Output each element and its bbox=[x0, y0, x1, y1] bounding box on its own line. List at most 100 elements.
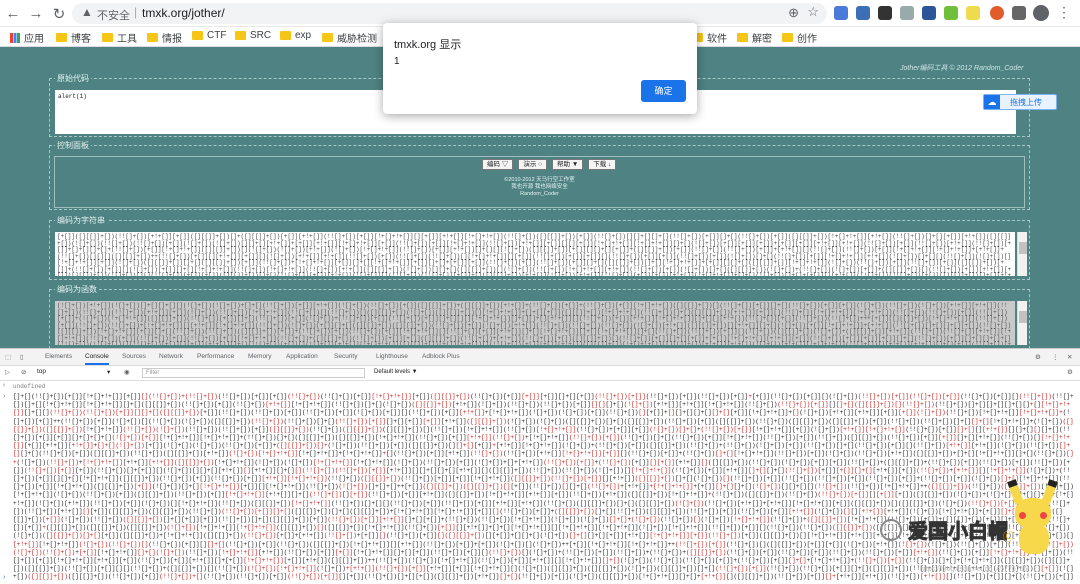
back-icon[interactable]: ← bbox=[4, 5, 22, 22]
bookmark-folder[interactable]: 软件 bbox=[692, 30, 727, 45]
source-legend: 原始代码 bbox=[55, 73, 91, 84]
eye-icon[interactable]: ◉ bbox=[124, 368, 130, 376]
control-panel: 编码 ▽ 演示 ○ 帮助 ▼ 下载 ↓ ©2010-2012 天马行空工作室 我… bbox=[54, 156, 1025, 208]
tab-lighthouse[interactable]: Lighthouse bbox=[376, 353, 408, 360]
apps-icon bbox=[10, 32, 20, 43]
drag-upload-button[interactable]: ☁ 拖拽上传 bbox=[983, 94, 1057, 110]
tab-performance[interactable]: Performance bbox=[197, 353, 234, 360]
dialog-title: tmxk.org 显示 bbox=[394, 39, 462, 51]
device-toggle-icon[interactable]: ▯ bbox=[20, 353, 24, 361]
bookmark-folder[interactable]: exp bbox=[280, 30, 311, 41]
menu-kebab-icon[interactable]: ⋮ bbox=[1057, 4, 1071, 21]
result-arrow-icon: ‹ bbox=[3, 382, 6, 389]
filter-input[interactable]: Filter bbox=[142, 368, 365, 378]
extension-badge-icon[interactable] bbox=[922, 6, 936, 20]
folder-icon bbox=[192, 31, 203, 40]
tab-sources[interactable]: Sources bbox=[122, 353, 146, 360]
inspect-icon[interactable]: ⬚ bbox=[5, 353, 11, 361]
control-fieldset: 控制面板 编码 ▽ 演示 ○ 帮助 ▼ 下载 ↓ ©2010-2012 天马行空… bbox=[49, 140, 1030, 210]
tab-security[interactable]: Security bbox=[334, 353, 357, 360]
copyright-line: Random_Coder bbox=[520, 191, 559, 197]
alert-dialog: tmxk.org 显示 1 确定 bbox=[383, 23, 697, 114]
bookmark-folder[interactable]: 工具 bbox=[102, 30, 137, 45]
string-encoding-legend: 编码为字符串 bbox=[55, 215, 107, 226]
function-encoding-legend: 编码为函数 bbox=[55, 284, 99, 295]
prompt-caret-icon[interactable]: › bbox=[3, 574, 5, 581]
watermark: 爱国小白帽 bbox=[880, 515, 1009, 544]
scrollbar[interactable] bbox=[1017, 232, 1027, 276]
wechat-logo-icon bbox=[880, 518, 902, 541]
bookmark-apps[interactable]: 应用 bbox=[10, 30, 44, 45]
console-undefined: undefined bbox=[13, 383, 46, 390]
folder-icon bbox=[56, 33, 67, 42]
pikachu-sticker-icon: Ⓒ bbox=[1003, 478, 1060, 558]
extension-circle-icon[interactable] bbox=[990, 6, 1004, 20]
forward-icon[interactable]: → bbox=[27, 5, 45, 22]
clear-console-icon[interactable]: ⊘ bbox=[21, 368, 26, 376]
bookmark-folder[interactable]: 情报 bbox=[147, 30, 182, 45]
console-toolbar: ▷ ⊘ top ▾ ◉ Filter Default levels ▼ ⚙ bbox=[0, 366, 1080, 381]
chevron-down-icon: ▾ bbox=[107, 369, 111, 376]
console-output: ‹ undefined › []+[](!![]+[])[+[]][!+[]+!… bbox=[0, 381, 1080, 584]
translate-icon[interactable] bbox=[834, 6, 848, 20]
tab-console[interactable]: Console bbox=[85, 353, 109, 365]
copyright-line: 我也开源 我也网络安全 bbox=[511, 184, 568, 190]
tab-elements[interactable]: Elements bbox=[45, 353, 72, 360]
reload-icon[interactable]: ↻ bbox=[50, 5, 68, 23]
extension-cloud-icon[interactable] bbox=[900, 6, 914, 20]
bookmark-folder[interactable]: 博客 bbox=[56, 30, 91, 45]
sidebar-toggle-icon[interactable]: ▷ bbox=[5, 368, 10, 376]
url-text[interactable]: tmxk.org/jother/ bbox=[142, 6, 225, 20]
folder-icon bbox=[280, 31, 291, 40]
zoom-icon[interactable]: ⊕ bbox=[788, 5, 799, 21]
demo-button[interactable]: 演示 ○ bbox=[518, 159, 548, 170]
insecure-label: 不安全 bbox=[97, 10, 130, 22]
folder-icon bbox=[147, 33, 158, 42]
bookmark-folder[interactable]: 威胁检测 bbox=[322, 30, 377, 45]
dialog-ok-button[interactable]: 确定 bbox=[641, 80, 686, 102]
jsfuck-output: []+[](!![]+[])[+[]][!+[]+!+[]][+[]][](!!… bbox=[13, 393, 1074, 581]
bookmark-folder[interactable]: 解密 bbox=[737, 30, 772, 45]
address-bar[interactable]: ▲ 不安全 | tmxk.org/jother/ ⊕ ☆ bbox=[72, 3, 827, 24]
settings-gear-icon[interactable]: ⚙ bbox=[1035, 353, 1041, 361]
cloud-upload-icon: ☁ bbox=[984, 95, 1000, 109]
extension-grid-icon[interactable] bbox=[944, 6, 958, 20]
prompt-arrow-icon: › bbox=[3, 393, 6, 400]
encode-button[interactable]: 编码 ▽ bbox=[482, 159, 514, 170]
folder-icon bbox=[235, 31, 246, 40]
profile-avatar[interactable] bbox=[1033, 5, 1049, 21]
bookmark-folder[interactable]: CTF bbox=[192, 30, 226, 41]
copyright-line: ©2010-2012 天马行空工作室 bbox=[504, 177, 575, 183]
control-legend: 控制面板 bbox=[55, 140, 91, 151]
scrollbar[interactable] bbox=[1017, 301, 1027, 345]
extension-js-icon[interactable] bbox=[966, 6, 980, 20]
download-button[interactable]: 下载 ↓ bbox=[588, 159, 617, 170]
extension-sync-icon[interactable] bbox=[878, 6, 892, 20]
console-settings-icon[interactable]: ⚙ bbox=[1067, 368, 1073, 376]
string-encoding-output[interactable]: [+[]]([][[]]+[])(!![]+[])[+!+[]][+[]]([]… bbox=[55, 232, 1015, 276]
function-encoding-output[interactable]: (![]+[])[+!+[]](![]+[])[]+[][]+[][](![]+… bbox=[55, 301, 1015, 345]
close-icon[interactable]: ✕ bbox=[1067, 353, 1072, 361]
string-encoding-fieldset: 编码为字符串 [+[]]([][[]]+[])(!![]+[])[+!+[]][… bbox=[49, 215, 1030, 280]
help-button[interactable]: 帮助 ▼ bbox=[552, 159, 584, 170]
folder-icon bbox=[322, 33, 333, 42]
warning-icon: ▲ bbox=[81, 5, 93, 19]
bookmark-folder[interactable]: SRC bbox=[235, 30, 271, 41]
folder-icon bbox=[102, 33, 113, 42]
extension-v-icon[interactable] bbox=[856, 6, 870, 20]
folder-icon bbox=[737, 33, 748, 42]
csdn-watermark: https://blog.csdn.net/qq_45776755 bbox=[920, 566, 1028, 573]
devtools-menu-icon[interactable]: ⋮ bbox=[1052, 353, 1059, 361]
dialog-message: 1 bbox=[394, 56, 400, 67]
function-encoding-fieldset: 编码为函数 (![]+[])[+!+[]](![]+[])[]+[][]+[][… bbox=[49, 284, 1030, 348]
folder-icon bbox=[782, 33, 793, 42]
context-selector[interactable]: top ▾ bbox=[37, 368, 117, 378]
tab-adblock-plus[interactable]: Adblock Plus bbox=[422, 353, 460, 360]
bookmark-star-icon[interactable]: ☆ bbox=[807, 4, 819, 20]
levels-dropdown[interactable]: Default levels ▼ bbox=[374, 369, 418, 375]
tab-memory[interactable]: Memory bbox=[248, 353, 271, 360]
tab-application[interactable]: Application bbox=[286, 353, 318, 360]
extensions-puzzle-icon[interactable] bbox=[1012, 6, 1026, 20]
tab-network[interactable]: Network bbox=[159, 353, 183, 360]
bookmark-folder[interactable]: 创作 bbox=[782, 30, 817, 45]
